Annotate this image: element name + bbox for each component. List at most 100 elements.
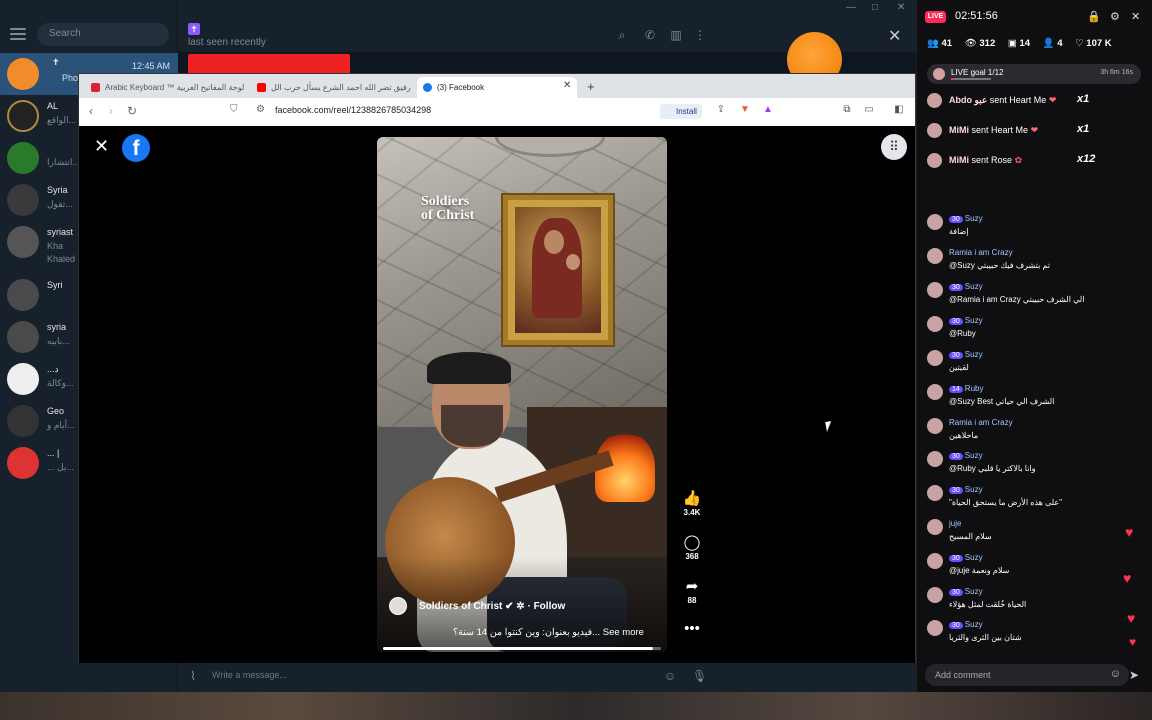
chat-name: ...د [47,364,59,374]
microphone-icon[interactable]: 🎙 [692,669,707,683]
live-goal[interactable]: LIVE goal 1/12 3h 6m 16s [927,64,1141,84]
comment-user[interactable]: Ramia i am Crazy [949,418,1013,427]
comment-user[interactable]: 14 Ruby [949,384,983,393]
page-name[interactable]: Soldiers of Christ [419,601,502,612]
sidebar-icon[interactable]: ▥ [669,28,683,42]
send-icon[interactable]: ➤ [1129,668,1139,682]
comment-user-name: Suzy [964,587,983,596]
maximize-icon[interactable]: □ [872,2,878,13]
emoji-icon[interactable]: ☺ [663,669,677,683]
more-options-button[interactable]: ••• [679,620,705,638]
reel-video[interactable]: Soldiers of Christ Soldiers of Christ ✔ … [377,137,667,652]
tab-close-icon[interactable]: ✕ [563,80,571,91]
level-badge: 30 [949,622,963,629]
viewers-stat: 👥 41 [927,38,953,49]
menu-grid-icon[interactable]: ⠿ [881,134,907,160]
avatar [927,153,942,168]
install-button[interactable]: Install [660,104,702,119]
goal-progress [951,78,991,80]
floating-heart-icon: ♥ [1129,635,1137,649]
tab-facebook[interactable]: (3) Facebook [417,77,577,98]
rose-gift-icon: ✿ [1014,155,1023,165]
comment-button[interactable]: ◯ 368 [679,534,705,561]
back-icon[interactable]: ‹ [89,104,93,118]
reel-page: ✕ f ⠿ Soldiers of Christ Soldiers of Chr… [79,126,915,663]
avatar [927,519,943,535]
comment-user[interactable]: 30 Suzy [949,282,983,291]
video-progress[interactable] [383,647,661,650]
comment-user-name: Suzy [964,553,983,562]
comment-text: ماحلاهين [949,431,979,440]
comment-user[interactable]: juje [949,519,961,528]
viewers-count: 41 [941,38,953,49]
page-avatar[interactable] [389,597,407,615]
more-icon[interactable]: ⋮ [693,28,707,42]
forward-icon[interactable]: › [109,104,113,118]
chat-name: syria [47,322,67,332]
address-bar[interactable]: facebook.com/reel/1238826785034298 [275,105,431,115]
chat-name: syriast [47,227,74,237]
add-comment-input[interactable]: Add comment ☺ [925,664,1129,686]
avatar [7,405,39,437]
minimize-icon[interactable]: — [846,2,856,13]
comment-user[interactable]: 30 Suzy [949,350,983,359]
more-horizontal-icon: ••• [684,620,700,637]
rewards-icon[interactable]: ▲ [762,104,774,116]
lock-icon[interactable]: 🔒 [1087,10,1101,23]
madonna-icon-painting [503,195,613,345]
gift-action: sent Rose [971,155,1013,165]
attach-icon[interactable]: ⌇ [186,669,200,683]
emoji-icon[interactable]: ☺ [1110,668,1121,680]
comment-user[interactable]: 30 Suzy [949,553,983,562]
watermark-line-1: Soldiers [421,194,470,209]
tab-arabic-keyboard[interactable]: Arabic Keyboard ™ لوحة المفاتيح العربية [85,77,245,98]
brave-shield-icon[interactable]: ▼ [739,104,751,116]
reload-icon[interactable]: ↻ [127,104,137,118]
bookmark-icon[interactable]: ⛉ [230,104,238,115]
avatar [7,100,39,132]
level-badge: 30 [949,453,963,460]
avatar [927,214,943,230]
window-close-icon[interactable]: ✕ [897,2,905,13]
comment-user[interactable]: Ramia i am Crazy [949,248,1013,257]
comment-user[interactable]: 30 Suzy [949,451,983,460]
comment-user[interactable]: 30 Suzy [949,485,983,494]
follow-button[interactable]: · Follow [527,601,565,612]
comment-user[interactable]: 30 Suzy [949,214,983,223]
follows-stat: 👤 4 [1042,38,1063,49]
chat-name: ... | [47,448,60,458]
phone-icon[interactable]: ✆ [643,28,657,42]
avatar [7,447,39,479]
share-button[interactable]: ➦ 88 [679,578,705,605]
share-icon[interactable]: ⇪ [715,104,727,116]
sidebar-toggle-icon[interactable]: ▭ [863,104,875,116]
video-watermark: Soldiers of Christ [421,195,474,223]
beard [441,405,503,447]
comment-user[interactable]: 30 Suzy [949,587,983,596]
close-panel-icon[interactable]: ✕ [888,26,901,46]
menu-icon[interactable] [10,28,26,40]
new-tab-icon[interactable]: + [587,79,595,94]
close-live-icon[interactable]: ✕ [1131,10,1140,23]
search-input[interactable]: Search [37,23,169,46]
search-icon[interactable]: ⌕ [615,28,629,42]
extensions-icon[interactable]: ⧉ [841,104,853,116]
level-badge: 30 [949,555,963,562]
page-row[interactable]: Soldiers of Christ ✔ ✲ · Follow [419,601,565,612]
comment-text: إضافة [949,227,969,236]
close-reel-icon[interactable]: ✕ [94,136,109,157]
level-badge: 30 [949,284,963,291]
facebook-logo-icon[interactable]: f [122,134,150,162]
settings-icon[interactable]: ⚙ [1110,10,1120,23]
message-input[interactable]: Write a message... [212,670,287,680]
chat-preview: الواقع... [47,115,77,125]
like-button[interactable]: 👍 3.4K [679,490,705,517]
reel-caption[interactable]: فيديو بعنوان: وين كنتوا من 14 سنة؟... Se… [453,627,644,638]
comment-user[interactable]: 30 Suzy [949,620,983,629]
site-info-icon[interactable]: ⚙ [256,104,265,115]
wallet-icon[interactable]: ◧ [893,104,905,116]
cross-icon: ✝ [188,23,200,35]
comment-user[interactable]: 30 Suzy [949,316,983,325]
avatar [927,248,943,264]
tab-youtube[interactable]: رفيق تضر الله احمد الشرع يسأل حرب الل... [251,77,411,98]
